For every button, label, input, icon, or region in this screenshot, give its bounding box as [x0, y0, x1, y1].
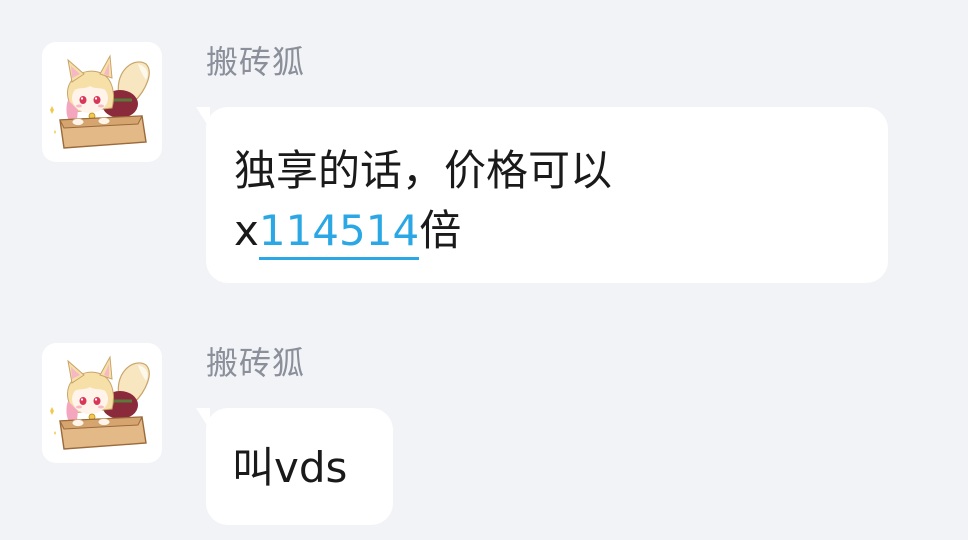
- message-bubble[interactable]: 独享的话，价格可以 x114514倍: [196, 107, 888, 283]
- message-text-line: x114514倍: [234, 201, 860, 261]
- message-text-line: 独享的话，价格可以: [234, 146, 613, 195]
- sender-name: 搬砖狐: [206, 344, 306, 382]
- sender-name: 搬砖狐: [206, 43, 306, 81]
- sender-avatar[interactable]: [42, 343, 162, 463]
- fox-girl-in-box-avatar-icon: [50, 355, 150, 450]
- message-text: 倍: [419, 206, 462, 255]
- fox-girl-in-box-avatar-icon: [50, 54, 150, 149]
- message-bubble[interactable]: 叫vds: [196, 408, 393, 525]
- sender-avatar[interactable]: [42, 42, 162, 162]
- number-link[interactable]: 114514: [258, 206, 420, 260]
- message-text: 叫vds: [232, 443, 348, 492]
- message-text: x: [234, 206, 259, 255]
